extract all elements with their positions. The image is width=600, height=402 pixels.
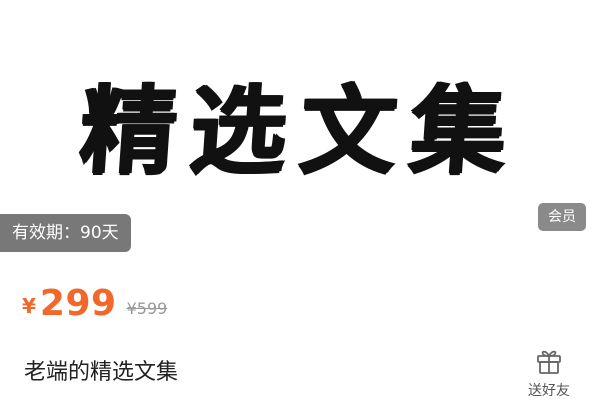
product-page: 精选文集 有效期：90天 会员 ¥ 299 ¥599 老端的精选文集 送好友 bbox=[0, 0, 600, 402]
hero-banner: 精选文集 有效期：90天 会员 bbox=[0, 0, 600, 252]
hero-title: 精选文集 bbox=[76, 74, 524, 187]
original-price: ¥599 bbox=[126, 299, 168, 318]
validity-badge: 有效期：90天 bbox=[0, 214, 131, 252]
gift-label: 送好友 bbox=[528, 383, 570, 399]
price-row: ¥ 299 ¥599 bbox=[22, 280, 167, 324]
current-price: 299 bbox=[39, 283, 117, 324]
member-tag: 会员 bbox=[538, 203, 586, 231]
gift-icon bbox=[537, 350, 561, 374]
product-title: 老端的精选文集 bbox=[24, 360, 179, 385]
currency-symbol: ¥ bbox=[22, 294, 36, 318]
send-to-friend-button[interactable]: 送好友 bbox=[520, 346, 578, 402]
